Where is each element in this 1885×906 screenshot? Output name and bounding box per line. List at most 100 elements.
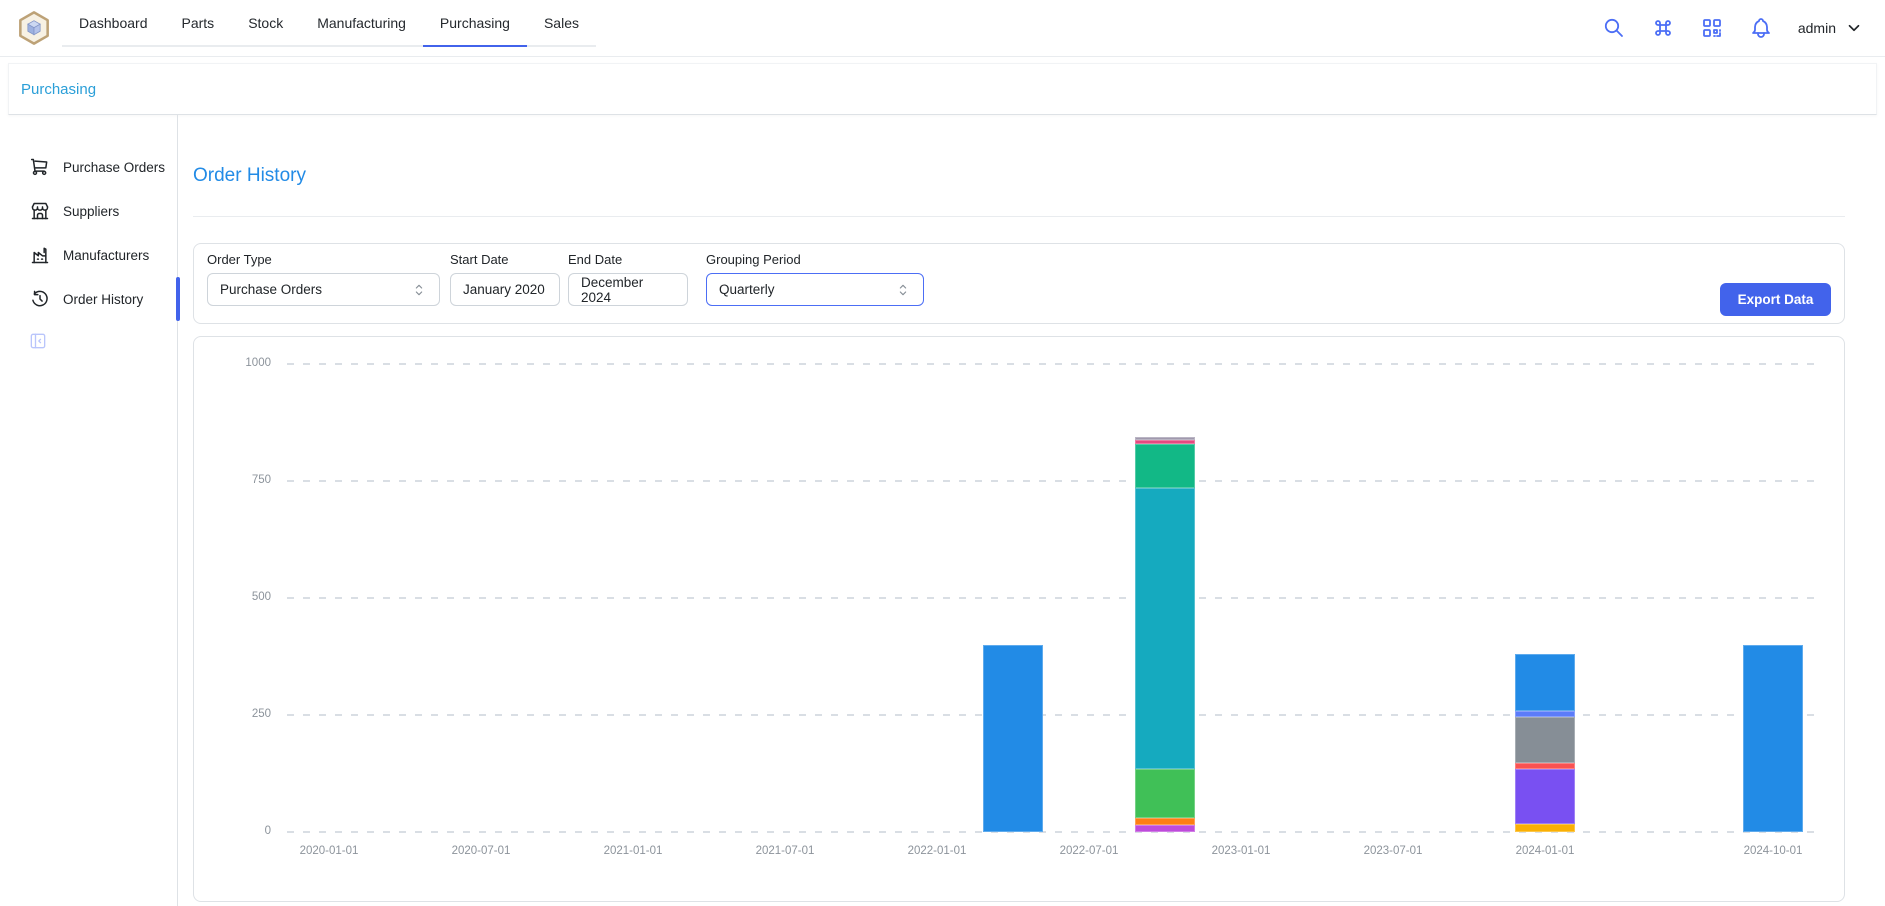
selector-icon [411, 282, 427, 298]
sidebar-item-label: Order History [63, 292, 143, 307]
qr-scan-button[interactable] [1700, 16, 1724, 40]
y-axis-label: 1000 [194, 357, 273, 369]
y-axis-label: 250 [194, 708, 273, 720]
sidebar-item-order-history[interactable]: Order History [0, 277, 177, 321]
bar-segment-green[interactable] [1135, 769, 1195, 818]
grouping-period-field: Grouping Period Quarterly [706, 252, 924, 306]
history-icon [30, 289, 50, 309]
bar-segment-blue[interactable] [1743, 645, 1803, 832]
grouping-period-label: Grouping Period [706, 252, 924, 267]
bar-segment-blue[interactable] [983, 645, 1043, 832]
start-date-input[interactable]: January 2020 [450, 273, 560, 306]
grouping-period-value: Quarterly [719, 282, 775, 297]
command-palette-button[interactable] [1651, 16, 1675, 40]
x-axis-label: 2024-10-01 [1728, 845, 1818, 857]
gridline-0 [287, 831, 1823, 833]
order-type-select[interactable]: Purchase Orders [207, 273, 440, 306]
chart-card: 0 250 500 750 1000 2020-01-01 2020-07-01 2021-0… [193, 336, 1845, 902]
order-type-value: Purchase Orders [220, 282, 322, 297]
order-type-label: Order Type [207, 252, 440, 267]
tab-stock[interactable]: Stock [231, 0, 300, 47]
notifications-button[interactable] [1749, 16, 1773, 40]
sidebar-item-label: Suppliers [63, 204, 119, 219]
x-axis-label: 2021-01-01 [588, 845, 678, 857]
end-date-input[interactable]: December 2024 [568, 273, 688, 306]
gridline-250 [287, 714, 1823, 716]
sidebar-item-label: Purchase Orders [63, 160, 165, 175]
x-axis-label: 2020-07-01 [436, 845, 526, 857]
tab-purchasing[interactable]: Purchasing [423, 0, 527, 47]
bar-segment-grape[interactable] [1135, 825, 1195, 832]
y-axis-label: 0 [194, 825, 273, 837]
x-axis-label: 2023-07-01 [1348, 845, 1438, 857]
sidebar-item-label: Manufacturers [63, 248, 149, 263]
navbar-actions: admin [1602, 16, 1863, 40]
sidebar: Purchase Orders Suppliers Manufacturers [0, 115, 178, 906]
tab-manufacturing[interactable]: Manufacturing [300, 0, 423, 47]
x-axis-label: 2022-07-01 [1044, 845, 1134, 857]
bar-segment-red[interactable] [1515, 763, 1575, 769]
end-date-label: End Date [568, 252, 688, 267]
top-navbar: Dashboard Parts Stock Manufacturing Purc… [0, 0, 1885, 57]
bell-icon [1749, 16, 1773, 40]
bar-segment-violet[interactable] [1515, 769, 1575, 824]
selector-icon [895, 282, 911, 298]
bar-segment-slate[interactable] [1135, 437, 1195, 439]
sidebar-item-manufacturers[interactable]: Manufacturers [0, 233, 177, 277]
tab-dashboard[interactable]: Dashboard [62, 0, 165, 47]
bar-segment-orange[interactable] [1135, 818, 1195, 825]
end-date-value: December 2024 [581, 275, 675, 305]
order-type-field: Order Type Purchase Orders [207, 252, 440, 306]
filter-panel: Order Type Purchase Orders Start Date Ja… [193, 243, 1845, 324]
search-icon [1602, 16, 1626, 40]
x-axis-label: 2024-01-01 [1500, 845, 1590, 857]
bar-segment-rose[interactable] [1135, 440, 1195, 444]
tab-sales[interactable]: Sales [527, 0, 596, 47]
order-history-chart: 0 250 500 750 1000 2020-01-01 2020-07-01 2021-0… [194, 337, 1844, 901]
title-divider [193, 216, 1845, 217]
gridline-1000 [287, 363, 1823, 365]
sidebar-item-suppliers[interactable]: Suppliers [0, 189, 177, 233]
start-date-value: January 2020 [463, 282, 545, 297]
app-logo-icon[interactable] [16, 10, 52, 46]
breadcrumb: Purchasing [8, 63, 1877, 115]
x-axis-label: 2023-01-01 [1196, 845, 1286, 857]
command-icon [1651, 16, 1675, 40]
x-axis-label: 2021-07-01 [740, 845, 830, 857]
building-factory-icon [30, 245, 50, 265]
content: Purchase Orders Suppliers Manufacturers [0, 115, 1885, 906]
start-date-label: Start Date [450, 252, 560, 267]
search-button[interactable] [1602, 16, 1626, 40]
bar-segment-blue[interactable] [1515, 654, 1575, 711]
page-title: Order History [193, 165, 1845, 187]
y-axis-label: 500 [194, 591, 273, 603]
user-menu[interactable]: admin [1798, 19, 1863, 37]
end-date-field: End Date December 2024 [568, 252, 688, 306]
chevron-down-icon [1845, 19, 1863, 37]
x-axis-label: 2020-01-01 [284, 845, 374, 857]
gridline-750 [287, 480, 1823, 482]
sidebar-collapse-icon [28, 331, 48, 351]
user-name: admin [1798, 20, 1836, 36]
main-tabs: Dashboard Parts Stock Manufacturing Purc… [62, 0, 596, 47]
gridline-500 [287, 597, 1823, 599]
bar-segment-indigo[interactable] [1515, 711, 1575, 717]
bar-segment-gray[interactable] [1515, 717, 1575, 763]
shopping-cart-icon [30, 157, 50, 177]
y-axis-label: 750 [194, 474, 273, 486]
main-panel: Order History Order Type Purchase Orders… [178, 115, 1885, 906]
grouping-period-select[interactable]: Quarterly [706, 273, 924, 306]
x-axis-label: 2022-01-01 [892, 845, 982, 857]
building-store-icon [30, 201, 50, 221]
breadcrumb-purchasing[interactable]: Purchasing [21, 81, 96, 98]
qr-code-icon [1700, 16, 1724, 40]
bar-segment-cyan[interactable] [1135, 488, 1195, 769]
export-data-button[interactable]: Export Data [1720, 283, 1831, 316]
sidebar-collapse-button[interactable] [28, 331, 48, 351]
sidebar-active-indicator [176, 277, 180, 321]
tab-parts[interactable]: Parts [165, 0, 232, 47]
bar-segment-teal[interactable] [1135, 444, 1195, 488]
sidebar-item-purchase-orders[interactable]: Purchase Orders [0, 145, 177, 189]
start-date-field: Start Date January 2020 [450, 252, 560, 306]
bar-segment-amber[interactable] [1515, 824, 1575, 832]
